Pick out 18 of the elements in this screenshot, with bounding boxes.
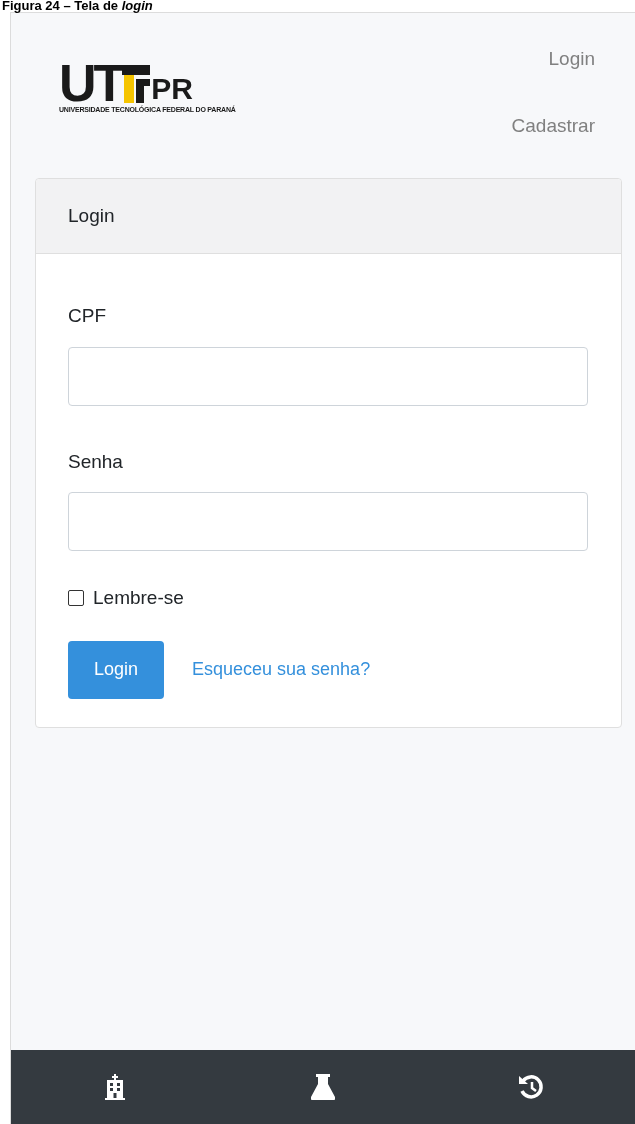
nav-link[interactable]: Cadastrar <box>511 111 595 140</box>
card-title: Login <box>68 203 115 228</box>
field-label: Senha <box>68 449 124 474</box>
figure-caption: Figura 24 – Tela de login <box>2 0 153 12</box>
nav-link[interactable]: Login <box>548 45 595 74</box>
logo-text: PR <box>151 75 193 103</box>
checkbox[interactable] <box>68 590 84 607</box>
logo-icon <box>122 65 151 103</box>
flask-icon[interactable] <box>311 1074 335 1100</box>
logo-text: UT <box>59 63 123 103</box>
field-label: CPF <box>68 304 107 328</box>
checkbox-label: Lembre-se <box>93 586 184 610</box>
building-icon[interactable] <box>105 1074 125 1100</box>
input-field[interactable] <box>68 492 588 551</box>
input-field[interactable] <box>68 346 588 406</box>
login-button[interactable]: Login <box>68 640 164 699</box>
forgot-password-link[interactable]: Esqueceu sua senha? <box>192 656 371 683</box>
history-icon[interactable] <box>518 1074 544 1100</box>
